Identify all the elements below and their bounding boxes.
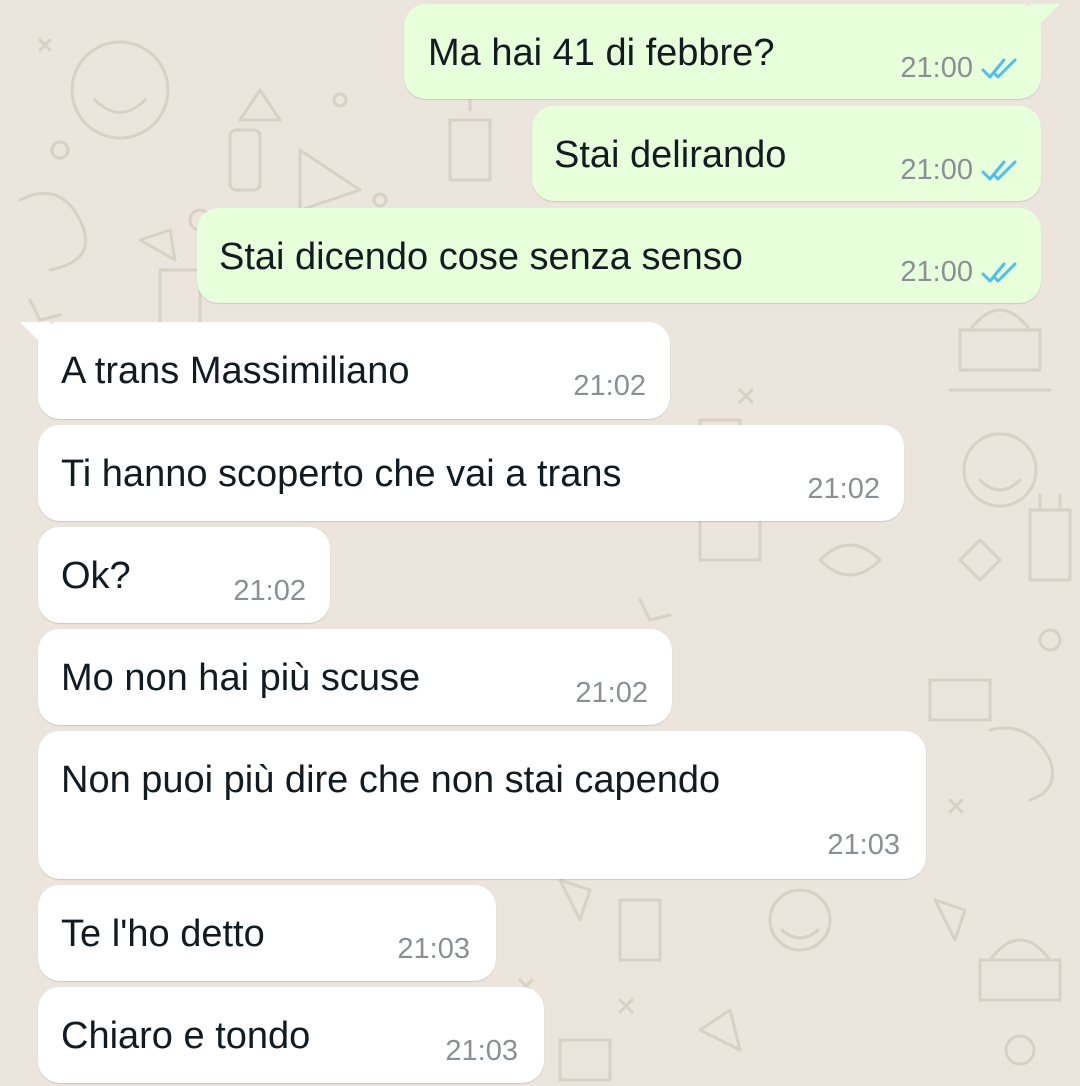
message-text: Chiaro e tondo (61, 1015, 311, 1057)
message-timestamp: 21:03 (445, 1035, 518, 1067)
message-timestamp: 21:03 (827, 829, 900, 861)
message-bubble-incoming[interactable]: Chiaro e tondo 21:03 (38, 987, 544, 1083)
message-text: Non puoi più dire che non stai capendo (61, 759, 721, 801)
message-bubble-outgoing[interactable]: Stai dicendo cose senza senso 21:00 (197, 208, 1041, 303)
gift-doodle-icon (158, 268, 202, 332)
smiley-doodle-icon-right (962, 432, 1038, 508)
message-text: Ma hai 41 di febbre? (428, 32, 775, 74)
double-check-icon (981, 262, 1017, 282)
message-text: Ti hanno scoperto che vai a trans (61, 453, 622, 495)
message-timestamp: 21:02 (573, 370, 646, 402)
message-bubble-incoming[interactable]: Ti hanno scoperto che vai a trans 21:02 (38, 425, 904, 521)
message-text: Stai dicendo cose senza senso (219, 236, 743, 278)
smiley-doodle-icon (70, 40, 170, 140)
bubble-tail-outgoing (1030, 4, 1060, 28)
message-text: A trans Massimiliano (61, 350, 410, 392)
message-text: Mo non hai più scuse (61, 657, 421, 699)
cake-doodle-icon (958, 308, 1042, 372)
message-bubble-outgoing[interactable]: Stai delirando 21:00 (532, 106, 1041, 201)
message-bubble-incoming[interactable]: Mo non hai più scuse 21:02 (38, 629, 672, 725)
message-timestamp: 21:00 (900, 256, 973, 288)
message-timestamp: 21:00 (900, 154, 973, 186)
message-timestamp: 21:00 (900, 52, 973, 84)
message-text: Stai delirando (554, 134, 787, 176)
message-timestamp: 21:02 (233, 575, 306, 607)
candle-doodle-icon (228, 128, 262, 192)
message-timestamp: 21:02 (575, 677, 648, 709)
double-check-icon (981, 58, 1017, 78)
message-timestamp: 21:03 (397, 933, 470, 965)
party-hat-doodle-icon (238, 88, 282, 122)
message-text: Te l'ho detto (61, 913, 265, 955)
message-bubble-incoming[interactable]: Ok? 21:02 (38, 527, 330, 623)
message-bubble-incoming[interactable]: Te l'ho detto 21:03 (38, 885, 496, 981)
double-check-icon (981, 160, 1017, 180)
message-timestamp: 21:02 (807, 473, 880, 505)
message-bubble-outgoing[interactable]: Ma hai 41 di febbre? 21:00 (404, 4, 1041, 99)
message-text: Ok? (61, 555, 131, 597)
message-bubble-incoming[interactable]: Non puoi più dire che non stai capendo 2… (38, 731, 926, 879)
message-bubble-incoming[interactable]: A trans Massimiliano 21:02 (38, 322, 670, 419)
